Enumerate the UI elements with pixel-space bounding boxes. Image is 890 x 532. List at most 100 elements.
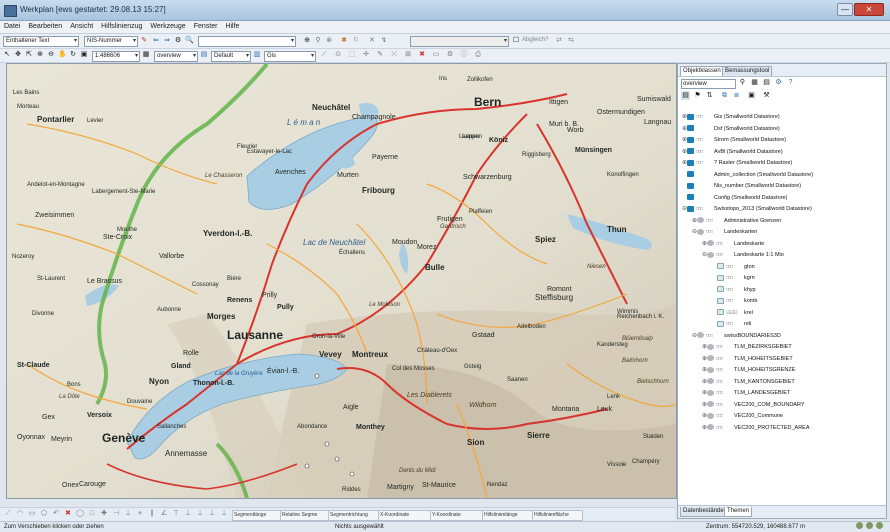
minimize-button[interactable]: —: [837, 3, 853, 16]
text-search-combo[interactable]: Enthaltener Text: [3, 36, 79, 47]
point-tool-icon[interactable]: ⊙: [334, 51, 342, 59]
tree-row[interactable]: ⊖ □□□ Swisstopo_2013 (Smallworld Datastore…: [682, 204, 812, 214]
trace-icon[interactable]: ⚐: [352, 37, 360, 45]
visibility-checkboxes[interactable]: □□□: [696, 112, 711, 122]
align-icon[interactable]: ⊤: [172, 510, 180, 518]
tool-a-icon[interactable]: ✕: [368, 37, 376, 45]
menu-datei[interactable]: Datei: [0, 21, 24, 33]
panel-view-combo[interactable]: overview: [681, 79, 736, 89]
menu-fenster[interactable]: Fenster: [190, 21, 222, 33]
nis-number-combo[interactable]: NIS-Nummer: [84, 36, 138, 47]
tree-view-icon[interactable]: ▤: [681, 91, 690, 100]
parallel-icon[interactable]: ∥: [148, 510, 156, 518]
tree-row[interactable]: ⊕ □□□ VEC200_COM_BOUNDARY: [702, 400, 805, 410]
highlight-icon[interactable]: ✱: [340, 37, 348, 45]
menu-hilfe[interactable]: Hilfe: [221, 21, 243, 33]
area-tool-icon[interactable]: ⬚: [348, 51, 356, 59]
tree-row[interactable]: Admin_collection (Smallworld Datastore): [682, 170, 813, 180]
visibility-checkboxes[interactable]: □□□: [726, 273, 741, 283]
visibility-checkboxes[interactable]: □□□: [706, 216, 721, 226]
visibility-checkboxes[interactable]: □□□: [716, 400, 731, 410]
fit-icon[interactable]: ▣: [80, 51, 88, 59]
close-button[interactable]: ✕: [854, 3, 884, 16]
disabled-combo[interactable]: [410, 36, 509, 47]
tree-row[interactable]: Nis_number (Smallworld Datastore): [682, 181, 801, 191]
dim-c-icon[interactable]: ⊥: [208, 510, 216, 518]
tree-row[interactable]: □□□ gton: [712, 262, 755, 272]
zoom-out-icon[interactable]: ⊖: [47, 51, 55, 59]
snap-edge-icon[interactable]: ⊣: [112, 510, 120, 518]
binoculars-icon[interactable]: ⚲: [738, 78, 747, 87]
pan-icon[interactable]: ✋: [58, 51, 67, 59]
visibility-checkboxes[interactable]: □□□: [726, 285, 741, 295]
square-icon[interactable]: □: [88, 510, 96, 518]
draw-poly-icon[interactable]: ⬠: [40, 510, 48, 518]
sync-a-icon[interactable]: ⇄: [555, 37, 563, 45]
visibility-checkboxes[interactable]: □□□: [726, 319, 741, 329]
tab-datenbestaende[interactable]: Datenbestände: [680, 507, 727, 517]
tree-row[interactable]: ⊕ □□□ TLM_HOHEITSGEBIET: [702, 354, 793, 364]
view-combo[interactable]: overview: [154, 51, 198, 62]
tree-row[interactable]: ⊕ □□□ TLM_BEZIRKSGEBIET: [702, 342, 792, 352]
visibility-checkboxes[interactable]: □□□: [716, 423, 731, 433]
menu-werkzeuge[interactable]: Werkzeuge: [146, 21, 189, 33]
help-icon[interactable]: ?: [786, 78, 795, 87]
clear-filter-icon[interactable]: ⊗: [325, 37, 333, 45]
angle-icon[interactable]: ∠: [160, 510, 168, 518]
delete-icon[interactable]: ✖: [418, 51, 426, 59]
zoom-to-icon[interactable]: ⊕: [303, 37, 311, 45]
ruler-icon[interactable]: ▭: [432, 51, 440, 59]
visibility-checkboxes[interactable]: ☑☑☑: [726, 308, 741, 318]
snap-vertex-icon[interactable]: ⊥: [124, 510, 132, 518]
draw-rect-icon[interactable]: ▭: [28, 510, 36, 518]
line-tool-icon[interactable]: ⟋: [320, 51, 328, 59]
dim-b-icon[interactable]: ⊥: [196, 510, 204, 518]
tree-row[interactable]: ⊖ □□□ Landeskarten: [692, 227, 757, 237]
visibility-checkboxes[interactable]: □□□: [706, 331, 721, 341]
visibility-checkboxes[interactable]: □□□: [726, 296, 741, 306]
zoom-in-icon[interactable]: ⊕: [36, 51, 44, 59]
plus-icon[interactable]: ✚: [100, 510, 108, 518]
visibility-checkboxes[interactable]: □□□: [726, 262, 741, 272]
undo-icon[interactable]: ↶: [52, 510, 60, 518]
circle-icon[interactable]: ◯: [76, 510, 84, 518]
gear-icon[interactable]: ⚙: [174, 37, 182, 45]
style-combo[interactable]: Default: [211, 51, 251, 62]
visibility-checkboxes[interactable]: □□□: [716, 411, 731, 421]
tree-row[interactable]: ⊕ □□□ TLM_KANTONSGEBIET: [702, 377, 795, 387]
table-icon[interactable]: ▦: [750, 78, 759, 87]
menu-bearbeiten[interactable]: Bearbeiten: [24, 21, 66, 33]
tree-row[interactable]: Config (Smallworld Datastore): [682, 193, 787, 203]
tree-row[interactable]: □□□ komb: [712, 296, 757, 306]
move-icon[interactable]: ✥: [14, 51, 22, 59]
tree-row[interactable]: ☑☑☑ krel: [712, 308, 753, 318]
sync-b-icon[interactable]: ⇆: [567, 37, 575, 45]
tree-row[interactable]: ⊖ □□□ Landeskarte 1:1 Mio: [702, 250, 784, 260]
draw-arc-icon[interactable]: ◠: [16, 510, 24, 518]
back-icon[interactable]: ⇐: [152, 37, 160, 45]
draw-line-icon[interactable]: ⟋: [4, 510, 12, 518]
cancel-icon[interactable]: ✖: [64, 510, 72, 518]
visibility-checkboxes[interactable]: □□□: [716, 388, 731, 398]
tree-row[interactable]: ⊕ □□□ VEC200_Commune: [702, 411, 783, 421]
tree-row[interactable]: ⊕ □□□ Gis (Smallworld Datastore): [682, 112, 780, 122]
visibility-checkboxes[interactable]: □□□: [716, 342, 731, 352]
visibility-checkboxes[interactable]: □□□: [716, 239, 731, 249]
pointer-icon[interactable]: ↖: [3, 51, 11, 59]
tree-row[interactable]: ⊕ □□□ TLM_LANDESGEBIET: [702, 388, 790, 398]
visibility-checkboxes[interactable]: □□□: [716, 250, 731, 260]
select-icon[interactable]: ⇱: [25, 51, 33, 59]
props-icon[interactable]: ⚙: [446, 51, 454, 59]
tree-row[interactable]: ⊕ □□□? Raster (Smallworld Datastore): [682, 158, 792, 168]
info-icon[interactable]: ⓘ: [460, 51, 468, 59]
tree-row[interactable]: ⊕ □□□ VEC200_PROTECTED_AREA: [702, 423, 810, 433]
sort-icon[interactable]: ⇅: [705, 91, 714, 100]
tools-icon[interactable]: ⚒: [762, 91, 771, 100]
split-icon[interactable]: ⤫: [390, 51, 398, 59]
menu-hilfslinienzug[interactable]: Hilfslinienzug: [97, 21, 146, 33]
tree-row[interactable]: ⊕ □□□ Administrative Grenzen: [692, 216, 781, 226]
visibility-checkboxes[interactable]: □□□: [696, 158, 711, 168]
tree-row[interactable]: □□□ khyp: [712, 285, 756, 295]
tree-row[interactable]: ⊕ □□□ Strom (Smallworld Datastore): [682, 135, 786, 145]
abgleich-checkbox[interactable]: ☐: [512, 37, 520, 45]
